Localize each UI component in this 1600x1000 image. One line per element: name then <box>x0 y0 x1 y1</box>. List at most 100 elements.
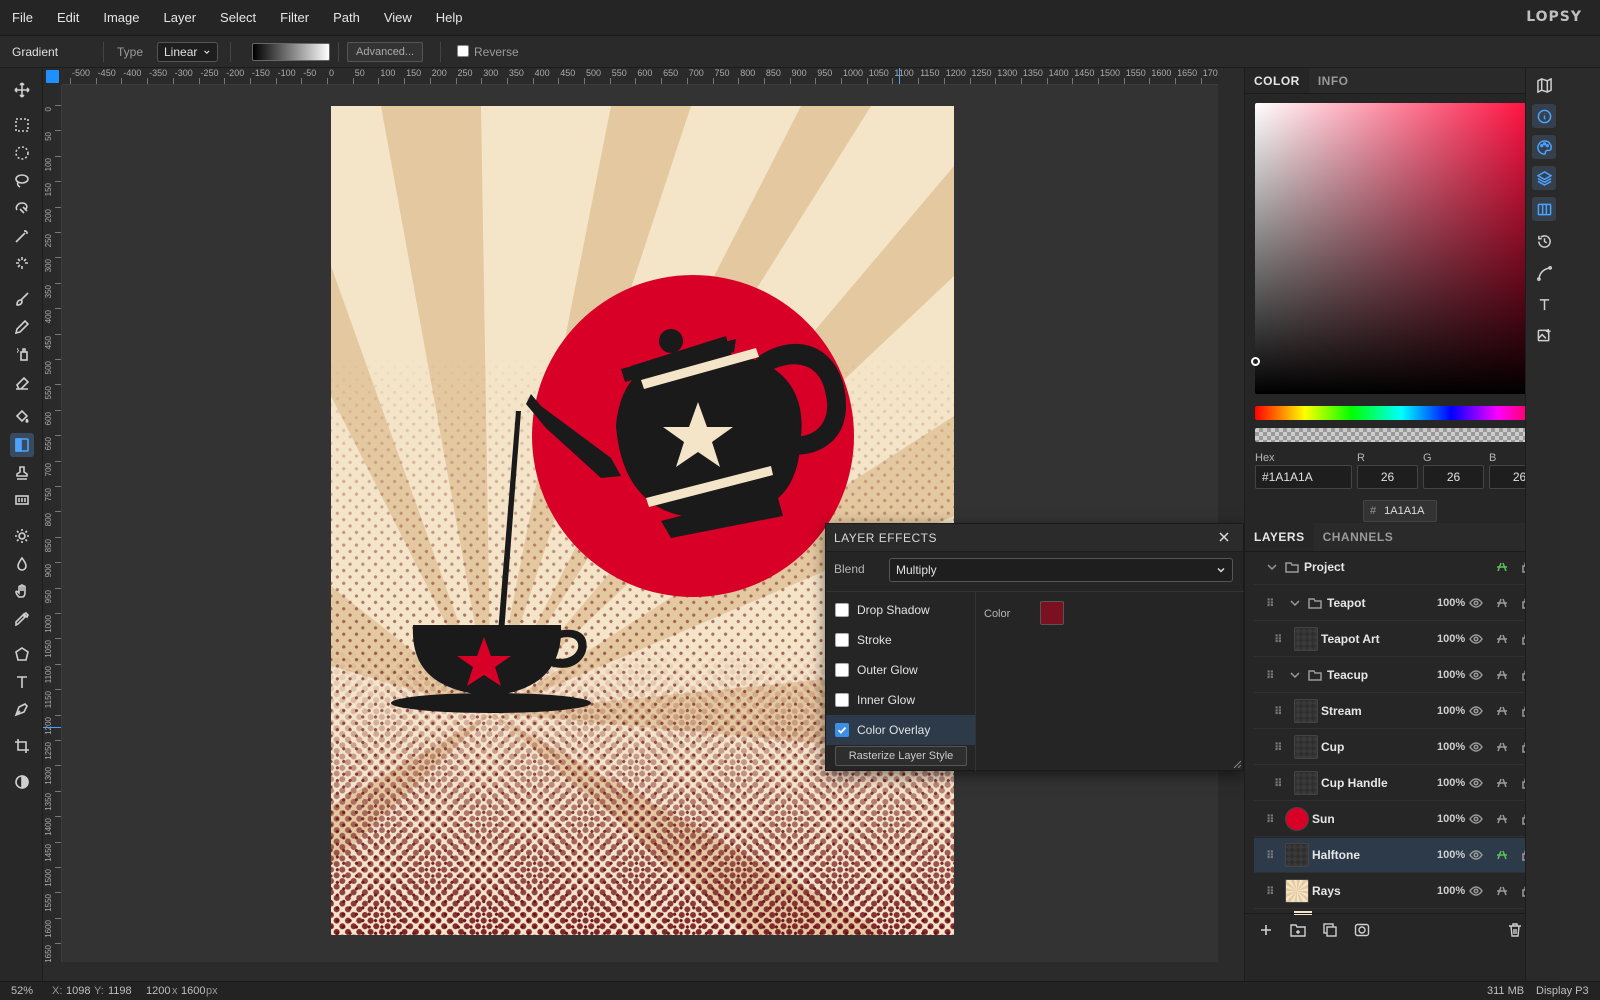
fx-icon[interactable] <box>1495 704 1509 718</box>
saturation-value-picker[interactable] <box>1251 103 1548 394</box>
effect-stroke[interactable]: Stroke <box>826 625 975 655</box>
layer-opacity[interactable]: 100% <box>1437 633 1465 645</box>
pen-tool[interactable] <box>10 697 34 721</box>
hue-slider[interactable] <box>1255 405 1548 421</box>
fx-icon[interactable] <box>1495 560 1509 574</box>
eye-icon[interactable] <box>1469 632 1483 646</box>
tab-info[interactable]: INFO <box>1309 68 1358 93</box>
tab-channels[interactable]: CHANNELS <box>1314 523 1403 551</box>
fx-icon[interactable] <box>1495 596 1509 610</box>
document-canvas[interactable] <box>331 106 954 935</box>
menu-layer[interactable]: Layer <box>152 0 209 36</box>
layer-opacity[interactable]: 100% <box>1437 813 1465 825</box>
stroke-checkbox[interactable] <box>835 633 849 647</box>
layer-row-teapot[interactable]: ⠿ Teapot 100% <box>1254 586 1547 621</box>
drag-handle-icon[interactable]: ⠿ <box>1266 885 1275 898</box>
tab-color[interactable]: COLOR <box>1245 68 1309 93</box>
layer-opacity[interactable]: 100% <box>1437 777 1465 789</box>
eye-icon[interactable] <box>1469 848 1483 862</box>
pencil-tool[interactable] <box>10 315 34 339</box>
eraser-tool[interactable] <box>10 370 34 394</box>
zoom-level[interactable]: 52% <box>11 985 33 997</box>
text-tool[interactable] <box>10 670 34 694</box>
layers-button[interactable] <box>1532 166 1556 190</box>
eye-icon[interactable] <box>1469 596 1483 610</box>
color-profile[interactable]: Display P3 <box>1536 985 1589 997</box>
delete-layer-button[interactable] <box>1507 922 1525 940</box>
inner-glow-checkbox[interactable] <box>835 693 849 707</box>
duplicate-layer-button[interactable] <box>1322 922 1340 940</box>
gradient-tool[interactable] <box>10 433 34 457</box>
tab-layers[interactable]: LAYERS <box>1245 523 1314 551</box>
effect-inner-glow[interactable]: Inner Glow <box>826 685 975 715</box>
fx-icon[interactable] <box>1495 740 1509 754</box>
menu-view[interactable]: View <box>372 0 424 36</box>
sv-cursor[interactable] <box>1251 357 1260 366</box>
effect-color-overlay[interactable]: Color Overlay <box>826 715 975 745</box>
contrast-tool[interactable] <box>10 770 34 794</box>
paths-button[interactable] <box>1532 261 1556 285</box>
alpha-slider[interactable] <box>1255 428 1548 442</box>
layer-row-stream[interactable]: ⠿ Stream 100% <box>1254 694 1547 729</box>
menu-filter[interactable]: Filter <box>268 0 321 36</box>
eye-icon[interactable] <box>1469 776 1483 790</box>
magic-wand-tool[interactable] <box>10 224 34 248</box>
eye-icon[interactable] <box>1469 704 1483 718</box>
hand-tool[interactable] <box>10 579 34 603</box>
layer-opacity[interactable]: 100% <box>1437 885 1465 897</box>
fx-icon[interactable] <box>1495 668 1509 682</box>
rect-select-tool[interactable] <box>10 113 34 137</box>
layer-row-cup[interactable]: ⠿ Cup 100% <box>1254 730 1547 765</box>
patch-tool[interactable] <box>10 488 34 512</box>
hex-chip[interactable]: #1A1A1A <box>1363 500 1437 522</box>
drag-handle-icon[interactable]: ⠿ <box>1274 777 1283 790</box>
blend-select[interactable]: Multiply <box>889 558 1233 582</box>
hex-input[interactable]: #1A1A1A <box>1255 465 1352 489</box>
menu-file[interactable]: File <box>0 0 45 36</box>
fx-icon[interactable] <box>1495 848 1509 862</box>
quick-select-tool[interactable] <box>10 196 34 220</box>
fill-tool[interactable] <box>10 405 34 429</box>
crop-tool[interactable] <box>10 734 34 758</box>
polygon-tool[interactable] <box>10 642 34 666</box>
layer-opacity[interactable]: 100% <box>1437 849 1465 861</box>
layer-row-sun[interactable]: ⠿ Sun 100% <box>1254 802 1547 837</box>
ruler-corner[interactable] <box>43 68 62 85</box>
stamp-tool[interactable] <box>10 461 34 485</box>
navigator-button[interactable] <box>1532 73 1556 97</box>
drag-handle-icon[interactable]: ⠿ <box>1266 669 1275 682</box>
drop-shadow-checkbox[interactable] <box>835 603 849 617</box>
drag-handle-icon[interactable]: ⠿ <box>1266 813 1275 826</box>
layer-row-teacup[interactable]: ⠿ Teacup 100% <box>1254 658 1547 693</box>
advanced-button[interactable]: Advanced... <box>347 42 424 62</box>
layer-row-halftone[interactable]: ⠿ Halftone 100% <box>1254 838 1547 873</box>
eyedropper-tool[interactable] <box>10 607 34 631</box>
menu-path[interactable]: Path <box>321 0 372 36</box>
drag-handle-icon[interactable]: ⠿ <box>1266 597 1275 610</box>
layer-opacity[interactable]: 100% <box>1437 741 1465 753</box>
eye-icon[interactable] <box>1469 884 1483 898</box>
vertical-ruler[interactable]: 0 50 100 150 200 250 300 350 400 450 500 550 600 650 7… <box>43 85 62 962</box>
clone-spray-tool[interactable] <box>10 342 34 366</box>
layer-row-rays[interactable]: ⠿ Rays 100% <box>1254 874 1547 909</box>
layer-opacity[interactable]: 100% <box>1437 705 1465 717</box>
outer-glow-checkbox[interactable] <box>835 663 849 677</box>
color-button[interactable] <box>1532 135 1556 159</box>
layer-row-teapot-art[interactable]: ⠿ Teapot Art 100% <box>1254 622 1547 657</box>
layer-opacity[interactable]: 100% <box>1437 669 1465 681</box>
fx-icon[interactable] <box>1495 812 1509 826</box>
menu-image[interactable]: Image <box>91 0 151 36</box>
drag-handle-icon[interactable]: ⠿ <box>1274 741 1283 754</box>
layer-row-project[interactable]: Project <box>1254 550 1547 585</box>
move-tool[interactable] <box>10 78 34 102</box>
info-button[interactable] <box>1532 104 1556 128</box>
image-button[interactable] <box>1532 323 1556 347</box>
chevron-down-icon[interactable] <box>1288 596 1302 610</box>
reverse-checkbox[interactable] <box>457 45 469 57</box>
fx-icon[interactable] <box>1495 776 1509 790</box>
fx-icon[interactable] <box>1495 632 1509 646</box>
eye-icon[interactable] <box>1469 668 1483 682</box>
fx-icon[interactable] <box>1495 884 1509 898</box>
color-overlay-checkbox[interactable] <box>835 723 849 737</box>
character-button[interactable] <box>1532 292 1556 316</box>
